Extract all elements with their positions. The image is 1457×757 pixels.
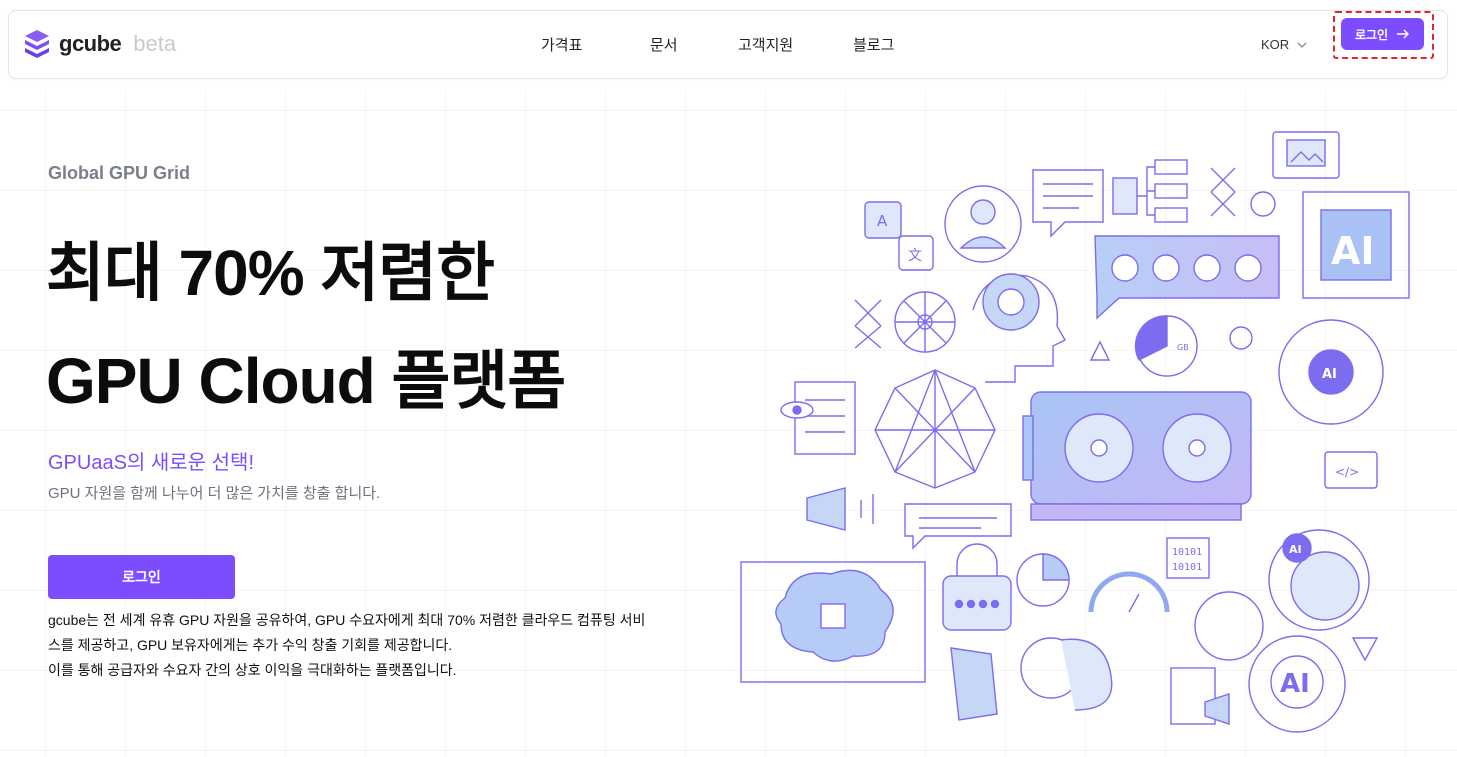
translate-icon: A 文 [864, 201, 934, 271]
hero-eyebrow: Global GPU Grid [48, 163, 191, 183]
svg-text:GB: GB [1177, 343, 1189, 352]
brand-name: gcube [59, 31, 122, 56]
language-label: KOR [1261, 37, 1290, 52]
svg-text:</>: </> [1335, 465, 1359, 479]
nav-pricing[interactable]: 가격표 [541, 34, 650, 55]
cube-stack-icon [25, 30, 49, 58]
brain-gear-icon [1020, 637, 1113, 711]
nav-blog[interactable]: 블로그 [853, 34, 894, 55]
brain-circuit-icon [740, 561, 926, 683]
svg-text:AI: AI [1289, 543, 1302, 556]
ai-chip-icon: AI [1302, 191, 1410, 299]
triangle-icon [1351, 637, 1379, 662]
gpu-card-icon [1022, 391, 1252, 521]
code-window-icon: </> [1324, 451, 1378, 489]
prism-icon [950, 647, 998, 721]
typing-bubble-icon [1094, 235, 1280, 320]
hero-title-line2: GPU Cloud 플랫폼 [46, 345, 566, 417]
gear-icon [1229, 326, 1253, 350]
hero-body-line: 이를 통해 공급자와 수요자 간의 상호 이익을 극대화하는 플랫폼입니다. [48, 662, 457, 678]
user-profile-icon [944, 185, 1022, 263]
hero-body-line: 스를 제공하고, GPU 보유자에게는 추가 수익 창출 기회를 제공합니다. [48, 637, 453, 653]
svg-text:AI: AI [1322, 367, 1337, 382]
hero-title-line1: 최대 70% 저렴한 [46, 237, 495, 309]
megaphone-icon [806, 487, 874, 531]
hero-body-text: gcube는 전 세계 유휴 GPU 자원을 공유하여, GPU 수요자에게 최… [48, 608, 708, 683]
padlock-icon [942, 543, 1012, 631]
nav-support[interactable]: 고객지원 [738, 34, 853, 55]
speedometer-icon [1088, 571, 1170, 613]
pie-chart-icon [1016, 553, 1070, 607]
header-login-button[interactable]: 로그인 [1341, 18, 1424, 50]
document-speaker-icon [1170, 667, 1230, 725]
binary-data-icon: 10101 10101 [1166, 537, 1210, 579]
network-cross-icon [1210, 167, 1236, 217]
ai-gear-icon: AI [1278, 319, 1384, 425]
storage-gauge-icon: GB [1134, 315, 1198, 377]
hero-login-button[interactable]: 로그인 [48, 555, 235, 599]
ai-bulb-icon: AI [1248, 635, 1346, 733]
logo[interactable]: gcube beta [23, 28, 176, 60]
svg-text:10101: 10101 [1172, 547, 1202, 558]
chat-bubble-icon [904, 503, 1012, 550]
hero-description: GPU 자원을 함께 나누어 더 많은 가치를 창출 합니다. [48, 485, 381, 502]
header-login-label: 로그인 [1354, 27, 1389, 42]
hero-body-line: gcube는 전 세계 유휴 GPU 자원을 공유하여, GPU 수요자에게 최… [48, 612, 646, 628]
hero-subtitle: GPUaaS의 새로운 선택! [48, 452, 254, 474]
chat-document-icon [1032, 169, 1104, 238]
brand-badge: beta [133, 31, 177, 56]
svg-text:A: A [877, 212, 888, 230]
flowchart-icon [1112, 159, 1188, 223]
triangle-icon [1089, 340, 1111, 361]
arrow-right-icon [1397, 29, 1410, 39]
aperture-icon [894, 291, 956, 353]
ai-globe-icon: AI [1268, 529, 1370, 631]
svg-text:文: 文 [908, 248, 922, 264]
network-sphere-icon [874, 369, 996, 489]
image-icon [1272, 131, 1340, 179]
svg-text:10101: 10101 [1172, 562, 1202, 573]
gpu-cloud-illustration: A 文 AI GB AI </> 10101 10101 AI AI [740, 131, 1410, 733]
ai-head-icon [972, 273, 1066, 383]
main-nav: 가격표 문서 고객지원 블로그 [541, 34, 894, 55]
svg-text:AI: AI [1280, 669, 1310, 699]
chevron-down-icon [1297, 42, 1307, 48]
svg-text:AI: AI [1331, 229, 1375, 273]
gear-icon [1250, 191, 1276, 217]
gear-icon [1194, 591, 1264, 661]
document-eye-icon [780, 381, 856, 455]
language-selector[interactable]: KOR [1261, 37, 1307, 52]
top-header: gcube beta 가격표 문서 고객지원 블로그 KOR [8, 10, 1448, 79]
node-cross-icon [854, 299, 882, 349]
nav-docs[interactable]: 문서 [650, 34, 738, 55]
